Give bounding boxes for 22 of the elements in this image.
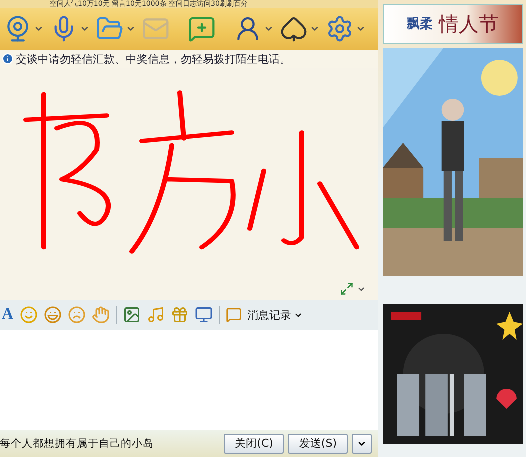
settings-icon[interactable]	[326, 15, 354, 43]
image-icon[interactable]	[122, 306, 141, 324]
laugh-icon[interactable]	[44, 306, 62, 324]
banner-title: 情人节	[439, 10, 499, 38]
close-button[interactable]: 关闭(C)	[224, 434, 284, 454]
ad-banner[interactable]: 飘柔 情人节	[383, 4, 523, 44]
notice-text: 交谈中请勿轻信汇款、中奖信息，勿轻易拨打陌生电话。	[16, 52, 291, 66]
gift-icon[interactable]	[170, 306, 189, 324]
send-button[interactable]: 发送(S)	[288, 434, 348, 454]
font-button[interactable]: A	[2, 306, 14, 324]
caret-icon[interactable]	[357, 285, 366, 294]
screen-icon[interactable]	[194, 306, 213, 324]
banner-brand: 飘柔	[407, 16, 433, 33]
chat-history-icon[interactable]	[226, 307, 242, 323]
expand-icon[interactable]	[340, 282, 354, 296]
chat-add-icon[interactable]	[188, 15, 216, 43]
send-options-button[interactable]	[352, 434, 372, 454]
status-text: 每个人都想拥有属于自己的小岛	[0, 436, 155, 450]
music-icon[interactable]	[146, 306, 165, 324]
message-input-field[interactable]	[0, 330, 378, 430]
info-icon	[2, 53, 14, 65]
history-button[interactable]: 消息记录	[248, 308, 303, 322]
